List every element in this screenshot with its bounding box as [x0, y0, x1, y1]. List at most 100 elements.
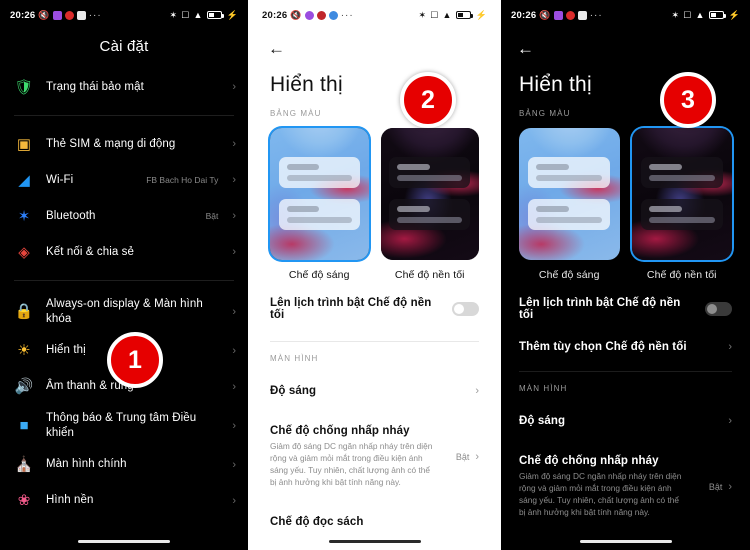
dark-mode-schedule-label: Lên lịch trình bật Chế độ nền tối: [270, 297, 432, 321]
back-arrow-icon[interactable]: ←: [268, 39, 285, 58]
app-purple-icon: [52, 10, 62, 20]
settings-item-always-on-display[interactable]: 🔒 Always-on display & Màn hình khóa ›: [0, 291, 248, 333]
app-google-icon: [76, 10, 86, 20]
chevron-right-icon: ›: [232, 419, 236, 432]
wifi-icon: ▲: [695, 9, 705, 20]
app-purple-icon: [553, 10, 563, 20]
setting-reading-mode[interactable]: Chế độ đọc sách: [252, 502, 497, 542]
wifi-icon: ◢: [18, 171, 30, 189]
list-divider: [14, 115, 234, 116]
home-indicator: [78, 540, 170, 543]
status-bar-left: 20:26 🔇 ···: [511, 10, 603, 21]
back-arrow-icon[interactable]: ←: [517, 39, 534, 58]
preview-bar: [536, 175, 603, 182]
dark-mode-schedule-toggle[interactable]: [705, 302, 732, 316]
setting-main: Chế độ đọc sách: [270, 516, 479, 528]
setting-name: Độ sáng: [519, 415, 566, 427]
setting-main: Độ sáng: [519, 415, 720, 427]
preview-bar: [648, 175, 715, 182]
settings-item-sim-network[interactable]: ▣ Thẻ SIM & mạng di động ›: [0, 126, 248, 162]
setting-name: Chế độ chống nhấp nháy: [270, 425, 410, 437]
section-header-screen: MÀN HÌNH: [519, 384, 568, 393]
setting-anti-flicker[interactable]: Chế độ chống nhấp nháy Giảm độ sáng DC n…: [252, 411, 497, 502]
list-divider: [14, 280, 234, 281]
settings-item-label: Always-on display & Màn hình khóa: [46, 298, 203, 325]
chevron-right-icon: ›: [232, 380, 236, 393]
status-time: 20:26: [511, 9, 537, 21]
settings-item-bluetooth[interactable]: ✶ Bluetooth Bật ›: [0, 198, 248, 234]
settings-list: 🛡 Trạng thái bảo mật › ▣ Thẻ SIM & mạng …: [0, 69, 248, 519]
bluetooth-icon: ✶: [671, 9, 680, 20]
phone-panel-display-light: 20:26 🔇 ··· ✶ ☐ ▲ ⚡ ← Hiển thị BẢNG MÀU: [252, 0, 497, 550]
back-row[interactable]: ←: [252, 30, 497, 59]
wallpaper-preview-light: [519, 128, 620, 260]
chevron-right-icon: ›: [475, 385, 479, 397]
section-header-screen: MÀN HÌNH: [270, 354, 319, 363]
chevron-right-icon: ›: [728, 341, 732, 353]
theme-thumbnail-dark[interactable]: [380, 128, 479, 260]
settings-item-label: Wi-Fi: [46, 173, 74, 186]
preview-bar: [536, 206, 570, 213]
preview-bar: [648, 164, 682, 171]
status-bar-right: ✶ ☐ ▲ ⚡: [671, 10, 740, 21]
setting-name: Chế độ đọc sách: [270, 516, 364, 529]
settings-item-value: Bật: [205, 211, 219, 221]
charging-bolt-icon: ⚡: [226, 9, 238, 20]
home-indicator: [328, 540, 421, 543]
chevron-right-icon: ›: [232, 458, 236, 471]
setting-description: Giảm độ sáng DC ngăn nhấp nháy trên diện…: [270, 441, 433, 488]
sim-card-icon: ▣: [16, 135, 32, 153]
app-red-icon: [64, 10, 74, 20]
status-time: 20:26: [10, 9, 36, 21]
theme-option-light[interactable]: Chế độ sáng: [270, 128, 369, 281]
status-bar-right: ✶ ☐ ▲ ⚡: [169, 10, 238, 21]
preview-card: [278, 157, 360, 189]
preview-card: [278, 199, 360, 231]
chevron-right-icon: ›: [232, 494, 236, 507]
settings-item-security-status[interactable]: 🛡 Trạng thái bảo mật ›: [0, 69, 248, 105]
theme-thumbnail-dark[interactable]: [631, 128, 732, 260]
setting-right: Bật ›: [456, 451, 479, 463]
theme-option-dark[interactable]: Chế độ nền tối: [631, 128, 732, 281]
theme-thumbnail-light[interactable]: [519, 128, 620, 260]
dark-mode-schedule-row[interactable]: Lên lịch trình bật Chế độ nền tối: [252, 281, 497, 337]
setting-brightness[interactable]: Độ sáng ›: [501, 401, 750, 441]
dark-mode-schedule-row[interactable]: Lên lịch trình bật Chế độ nền tối: [501, 281, 750, 337]
theme-chooser: Chế độ sáng Chế độ nền tối: [252, 126, 497, 281]
setting-right: ›: [475, 385, 479, 397]
preview-bar: [286, 206, 320, 213]
back-row[interactable]: ←: [501, 30, 750, 59]
setting-main: Chế độ chống nhấp nháy Giảm độ sáng DC n…: [270, 425, 448, 488]
step-badge-1: 1: [107, 332, 163, 388]
theme-label-dark: Chế độ nền tối: [394, 269, 465, 281]
status-bar-right: ✶ ☐ ▲ ⚡: [418, 10, 487, 21]
settings-item-home-screen[interactable]: ⛪ Màn hình chính ›: [0, 447, 248, 483]
battery-icon: [455, 11, 473, 19]
home-screen-icon: ⛪: [14, 456, 34, 474]
settings-item-wallpaper[interactable]: ❀ Hình nền ›: [0, 483, 248, 519]
bluetooth-icon: ✶: [169, 9, 178, 20]
phone-panel-display-dark: 20:26 🔇 ··· ✶ ☐ ▲ ⚡ ← Hiển thị BẢNG MÀU: [501, 0, 750, 550]
preview-bar: [286, 217, 352, 224]
status-bar-panel1: 20:26 🔇 ··· ✶ ☐ ▲ ⚡: [0, 0, 248, 30]
theme-option-dark[interactable]: Chế độ nền tối: [380, 128, 479, 281]
settings-item-notifications[interactable]: ■ Thông báo & Trung tâm Điều khiển ›: [0, 405, 248, 447]
no-sound-icon: 🔇: [539, 9, 551, 20]
shield-check-icon: 🛡: [14, 78, 34, 96]
dark-mode-schedule-toggle[interactable]: [452, 302, 479, 316]
home-indicator: [579, 540, 672, 543]
theme-label-dark: Chế độ nền tối: [646, 269, 717, 281]
settings-item-wifi[interactable]: ◢ Wi-Fi FB Bach Ho Dai Ty ›: [0, 162, 248, 198]
app-red-icon: [565, 10, 575, 20]
settings-item-connection-sharing[interactable]: ◈ Kết nối & chia sẻ ›: [0, 234, 248, 270]
preview-bar: [397, 175, 463, 182]
setting-anti-flicker[interactable]: Chế độ chống nhấp nháy Giảm độ sáng DC n…: [501, 441, 750, 532]
theme-option-light[interactable]: Chế độ sáng: [519, 128, 620, 281]
wifi-icon: ▲: [193, 9, 203, 20]
section-header-color-scheme: BẢNG MÀU: [270, 109, 322, 118]
chevron-right-icon: ›: [475, 450, 479, 463]
theme-thumbnail-light[interactable]: [270, 128, 369, 260]
status-time: 20:26: [262, 9, 288, 21]
setting-more-dark-mode-options[interactable]: Thêm tùy chọn Chế độ nền tối ›: [501, 337, 750, 367]
setting-brightness[interactable]: Độ sáng ›: [252, 371, 497, 411]
